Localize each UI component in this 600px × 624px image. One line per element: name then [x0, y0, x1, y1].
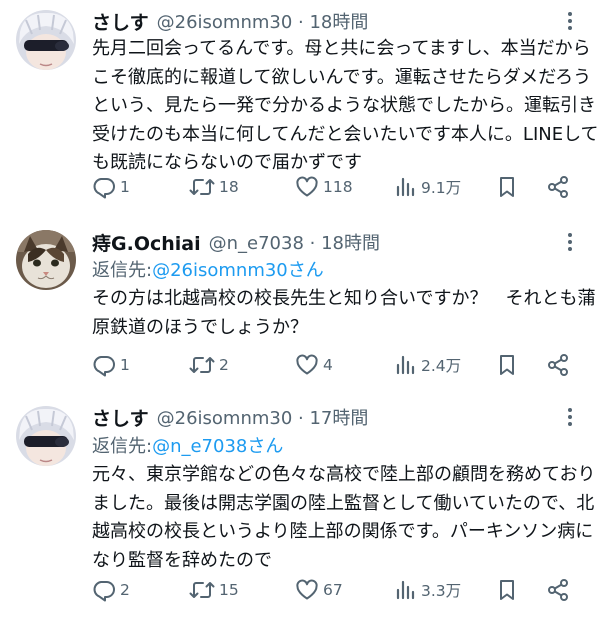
tweet-text-line: という、見たら一発で分かるような状態でしたから。運転引き — [92, 95, 596, 116]
reply-icon — [93, 178, 115, 199]
replying-to-prefix: 返信先: — [92, 436, 153, 457]
bookmark-icon — [500, 580, 514, 600]
share-icon — [548, 354, 568, 376]
retweet-button[interactable]: 15 — [189, 575, 239, 605]
reply-button[interactable]: 2 — [92, 575, 130, 605]
tweet-header: さしす @26isomnm30 · 18時間 — [92, 8, 369, 35]
bookmark-button[interactable] — [496, 172, 518, 202]
reply-count: 1 — [120, 178, 130, 196]
mention-link[interactable]: @n_e7038さん — [152, 432, 283, 458]
reply-button[interactable]: 1 — [92, 350, 130, 380]
handle-and-time[interactable]: @26isomnm30 · 17時間 — [157, 404, 369, 430]
tweet-text-line: 越高校の校長というより陸上部の関係です。パーキンソン病に — [92, 521, 594, 542]
action-bar: 1 18 118 9.1万 — [92, 172, 584, 202]
retweet-icon — [189, 179, 215, 195]
display-name[interactable]: 痔G.Ochiai — [92, 229, 201, 256]
reply-count: 2 — [120, 581, 130, 599]
avatar[interactable] — [16, 406, 76, 466]
avatar[interactable] — [16, 230, 76, 290]
view-count: 2.4万 — [421, 357, 462, 375]
views-icon — [396, 580, 415, 600]
more-icon[interactable] — [562, 405, 578, 429]
views-icon — [396, 177, 415, 197]
retweet-button[interactable]: 18 — [189, 172, 239, 202]
tweet-text-line: 受けたのも本当に何してんだと会いたいです本人に。LINEして — [92, 123, 599, 145]
share-button[interactable] — [546, 350, 570, 380]
retweet-icon — [189, 357, 215, 373]
more-icon[interactable] — [562, 230, 578, 254]
more-icon[interactable] — [562, 9, 578, 33]
retweet-count: 18 — [219, 178, 239, 196]
retweet-count: 2 — [219, 356, 229, 374]
views-button[interactable]: 3.3万 — [395, 575, 461, 605]
share-icon — [548, 176, 568, 198]
replying-to: 返信先: @26isomnm30さん — [92, 254, 324, 284]
tweet[interactable]: さしす @26isomnm30 · 18時間 先月二回会ってるんです。母と共に会… — [0, 0, 600, 215]
view-count: 9.1万 — [421, 179, 462, 197]
like-icon — [296, 579, 318, 600]
tweet[interactable]: 痔G.Ochiai @n_e7038 · 18時間 返信先: @26isomnm… — [0, 215, 600, 393]
tweet-text-line: こそ徹底的に報道して欲しいんです。運転させたらダメだろう — [92, 66, 592, 88]
share-button[interactable] — [546, 575, 570, 605]
views-button[interactable]: 2.4万 — [395, 350, 461, 380]
display-name[interactable]: さしす — [92, 404, 149, 431]
replying-to-prefix: 返信先: — [92, 260, 153, 281]
like-button[interactable]: 118 — [295, 172, 353, 202]
handle-and-time[interactable]: @26isomnm30 · 18時間 — [157, 8, 369, 34]
tweet-header: 痔G.Ochiai @n_e7038 · 18時間 — [92, 229, 380, 256]
tweet-text: 元々、東京学館などの色々な高校で陸上部の顧問を務めており ました。最後は開志学園… — [92, 461, 596, 575]
retweet-icon — [189, 582, 215, 598]
tweet-text-line: 先月二回会ってるんです。母と共に会ってますし、本当だから — [92, 38, 591, 59]
like-button[interactable]: 4 — [295, 350, 333, 380]
view-count: 3.3万 — [421, 582, 462, 600]
reply-count: 1 — [120, 356, 130, 374]
tweet-text: 先月二回会ってるんです。母と共に会ってますし、本当だから こそ徹底的に報道して欲… — [92, 35, 599, 178]
replying-to: 返信先: @n_e7038さん — [92, 430, 283, 460]
share-button[interactable] — [546, 172, 570, 202]
like-count: 67 — [323, 581, 343, 599]
display-name[interactable]: さしす — [92, 8, 149, 35]
like-icon — [296, 176, 318, 197]
bookmark-icon — [500, 177, 514, 197]
tweet-text-line: 原鉄道のほうでしょうか？ — [92, 316, 308, 338]
like-count: 4 — [323, 356, 333, 374]
like-button[interactable]: 67 — [295, 575, 343, 605]
reply-button[interactable]: 1 — [92, 172, 130, 202]
tweet-text-line: 元々、東京学館などの色々な高校で陸上部の顧問を務めており — [92, 464, 596, 485]
like-count: 118 — [323, 178, 353, 196]
action-bar: 2 15 67 3.3万 — [92, 575, 584, 605]
bookmark-button[interactable] — [496, 350, 518, 380]
like-icon — [296, 354, 318, 375]
action-bar: 1 2 4 2.4万 — [92, 350, 584, 380]
retweet-button[interactable]: 2 — [189, 350, 229, 380]
reply-icon — [93, 356, 115, 377]
tweet-text-line: その方は北越高校の校長先生と知り合いですか？ それとも蒲 — [92, 288, 596, 309]
bookmark-button[interactable] — [496, 575, 518, 605]
tweet-text: その方は北越高校の校長先生と知り合いですか？ それとも蒲 原鉄道のほうでしょうか… — [92, 285, 596, 342]
avatar[interactable] — [16, 10, 76, 70]
retweet-count: 15 — [219, 581, 239, 599]
views-icon — [396, 355, 415, 375]
views-button[interactable]: 9.1万 — [395, 172, 461, 202]
handle-and-time[interactable]: @n_e7038 · 18時間 — [209, 229, 380, 255]
mention-link[interactable]: @26isomnm30さん — [152, 256, 324, 282]
reply-icon — [93, 581, 115, 602]
bookmark-icon — [500, 355, 514, 375]
tweet[interactable]: さしす @26isomnm30 · 17時間 返信先: @n_e7038さん 元… — [0, 393, 600, 624]
tweet-text-line: なり監督を辞めたので — [92, 549, 272, 571]
tweet-header: さしす @26isomnm30 · 17時間 — [92, 404, 369, 431]
tweet-text-line: ました。最後は開志学園の陸上監督として働いていたので、北 — [92, 492, 595, 514]
share-icon — [548, 579, 568, 601]
